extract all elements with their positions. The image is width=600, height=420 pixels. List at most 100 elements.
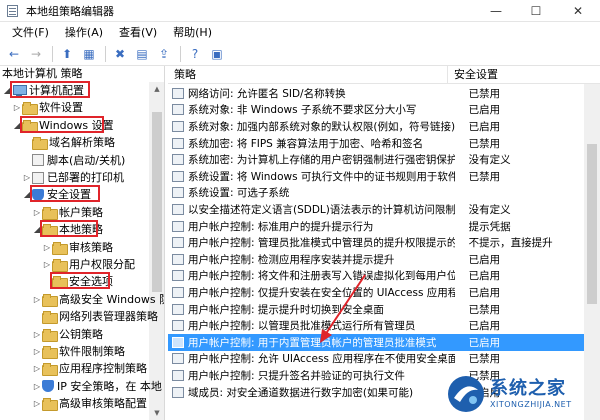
- scroll-down-icon[interactable]: ▼: [149, 406, 164, 420]
- column-header-policy[interactable]: 策略: [168, 66, 448, 84]
- expand-arrow-icon[interactable]: ▷: [32, 204, 42, 221]
- expand-arrow-icon[interactable]: ▷: [32, 291, 42, 308]
- folder-icon: [42, 398, 58, 412]
- tree-item[interactable]: ▷ 公钥策略: [32, 326, 103, 343]
- tree-item[interactable]: 脚本(启动/关机): [22, 152, 125, 169]
- folder-icon: [42, 311, 58, 325]
- expand-arrow-icon[interactable]: ▷: [32, 378, 42, 395]
- policy-row[interactable]: 用户帐户控制: 标准用户的提升提示行为 提示凭据: [168, 218, 584, 235]
- expand-arrow-icon[interactable]: ▷: [32, 360, 42, 377]
- scroll-up-icon[interactable]: ▲: [149, 82, 164, 96]
- export-list-icon[interactable]: ⇪: [154, 44, 174, 64]
- policy-name: 系统设置: 可选子系统: [188, 187, 290, 200]
- menu-action[interactable]: 操作(A): [57, 24, 111, 40]
- policy-row[interactable]: 系统对象: 非 Windows 子系统不要求区分大小写 已启用: [168, 102, 584, 119]
- tree-item[interactable]: ▷ 软件限制策略: [32, 343, 125, 360]
- policy-row[interactable]: 用户帐户控制: 以管理员批准模式运行所有管理员 已启用: [168, 317, 584, 334]
- policy-row[interactable]: 用户帐户控制: 用于内置管理员帐户的管理员批准模式 已启用: [168, 334, 584, 351]
- tree-root-label[interactable]: 本地计算机 策略: [0, 66, 164, 82]
- tree-item-label: 公钥策略: [59, 327, 103, 341]
- tree-item[interactable]: ▷ 已部署的打印机: [22, 169, 124, 186]
- tree-item[interactable]: ▷ 高级审核策略配置: [32, 395, 147, 412]
- folder-icon: [42, 206, 58, 220]
- tree-item-label: 已部署的打印机: [47, 171, 124, 184]
- tree-item-label: 软件设置: [39, 101, 83, 115]
- watermark-logo-icon: [448, 376, 484, 412]
- tree-item-label: 软件限制策略: [59, 345, 125, 358]
- policy-row[interactable]: 网络访问: 允许匿名 SID/名称转换 已禁用: [168, 85, 584, 102]
- policy-icon: [172, 336, 184, 348]
- policy-row[interactable]: 用户帐户控制: 检测应用程序安装并提示提升 已启用: [168, 251, 584, 268]
- folder-icon: [22, 102, 38, 116]
- folder-icon: [32, 137, 48, 151]
- policy-setting: 已禁用: [468, 353, 501, 366]
- policy-row[interactable]: 以安全描述符定义语言(SDDL)语法表示的计算机访问限制 没有定义: [168, 201, 584, 218]
- tree-item[interactable]: ▷ IP 安全策略，在 本地: [32, 378, 162, 395]
- policy-row[interactable]: 用户帐户控制: 允许 UIAccess 应用程序在不使用安全桌面... 已禁用: [168, 351, 584, 368]
- expand-arrow-icon[interactable]: ▷: [32, 395, 42, 412]
- menu-file[interactable]: 文件(F): [4, 24, 57, 40]
- minimize-button[interactable]: —: [476, 0, 516, 22]
- folder-icon: [42, 346, 58, 359]
- tree-item-label: 高级安全 Windows 防: [59, 292, 165, 306]
- policy-icon: [172, 386, 184, 398]
- expand-arrow-icon[interactable]: ▷: [32, 326, 42, 343]
- policy-name: 系统加密: 为计算机上存储的用户密钥强制进行强密钥保护: [188, 154, 455, 167]
- policy-row[interactable]: 系统加密: 将 FIPS 兼容算法用于加密、哈希和签名 已禁用: [168, 135, 584, 152]
- expand-arrow-icon[interactable]: ▷: [42, 256, 52, 273]
- up-folder-icon[interactable]: ⬆: [57, 44, 77, 64]
- tree-item[interactable]: ▷ 高级安全 Windows 防: [32, 291, 165, 308]
- policy-row[interactable]: 用户帐户控制: 将文件和注册表写入错误虚拟化到每用户位置 已启用: [168, 268, 584, 285]
- tree-scroll-thumb[interactable]: [152, 112, 162, 292]
- column-header-setting[interactable]: 安全设置: [448, 66, 578, 84]
- policy-setting: 没有定义: [468, 154, 511, 167]
- policy-setting: 已禁用: [468, 170, 501, 183]
- policy-setting: 已启用: [468, 320, 501, 333]
- policy-row[interactable]: 系统对象: 加强内部系统对象的默认权限(例如，符号链接) 已启用: [168, 118, 584, 135]
- watermark-url: XITONGZHIJIA.NET: [490, 400, 572, 409]
- menu-view[interactable]: 查看(V): [111, 24, 165, 40]
- expand-arrow-icon[interactable]: ▷: [12, 99, 22, 116]
- policy-name: 用户帐户控制: 以管理员批准模式运行所有管理员: [188, 320, 416, 333]
- maximize-button[interactable]: ☐: [516, 0, 556, 22]
- delete-icon[interactable]: ✖: [110, 44, 130, 64]
- tree-item[interactable]: ▷ 审核策略: [42, 239, 113, 256]
- tree-item[interactable]: 域名解析策略: [22, 134, 115, 151]
- action-pane-icon[interactable]: ▣: [207, 44, 227, 64]
- policy-setting: 不提示，直接提升: [468, 237, 553, 250]
- policy-row[interactable]: 系统设置: 可选子系统: [168, 185, 584, 202]
- help-icon[interactable]: ?: [185, 44, 205, 64]
- policy-name: 以安全描述符定义语言(SDDL)语法表示的计算机访问限制: [188, 203, 455, 216]
- policy-icon: [172, 137, 184, 149]
- title-bar: 本地组策略编辑器 — ☐ ✕: [0, 0, 600, 22]
- tree-item[interactable]: ▷ 应用程序控制策略: [32, 360, 147, 377]
- back-arrow-icon[interactable]: ←: [4, 44, 24, 64]
- policy-setting: 已禁用: [468, 137, 501, 150]
- properties-icon[interactable]: ▤: [132, 44, 152, 64]
- menu-help[interactable]: 帮助(H): [165, 24, 220, 40]
- forward-arrow-icon[interactable]: →: [26, 44, 46, 64]
- tree-item-label: 审核策略: [69, 240, 113, 254]
- policy-list: 策略 安全设置 网络访问: 允许匿名 SID/名称转换 已禁用 系统对象: 非 Wi…: [168, 66, 600, 420]
- tree-item[interactable]: ▷ 用户权限分配: [42, 256, 135, 273]
- tree-item[interactable]: 网络列表管理器策略: [32, 308, 158, 325]
- policy-icon: [172, 170, 184, 182]
- policy-icon: [172, 120, 184, 132]
- expand-arrow-icon[interactable]: ▷: [42, 239, 52, 256]
- toolbar-separator: [52, 45, 53, 62]
- close-button[interactable]: ✕: [556, 0, 600, 22]
- red-highlight-box: [10, 81, 90, 98]
- policy-row[interactable]: 系统加密: 为计算机上存储的用户密钥强制进行强密钥保护 没有定义: [168, 151, 584, 168]
- tree-item[interactable]: ▷ 软件设置: [12, 99, 83, 116]
- policy-row[interactable]: 系统设置: 将 Windows 可执行文件中的证书规则用于软件... 已禁用: [168, 168, 584, 185]
- tree-item[interactable]: ▷ 帐户策略: [32, 204, 103, 221]
- policy-row[interactable]: 用户帐户控制: 管理员批准模式中管理员的提升权限提示的... 不提示，直接提升: [168, 234, 584, 251]
- policy-row[interactable]: 用户帐户控制: 提示提升时切换到安全桌面 已禁用: [168, 301, 584, 318]
- expand-arrow-icon[interactable]: ▷: [32, 343, 42, 360]
- list-scroll-thumb[interactable]: [587, 144, 597, 304]
- show-hide-tree-icon[interactable]: ▦: [79, 44, 99, 64]
- expand-arrow-icon[interactable]: ▷: [22, 169, 32, 186]
- tree-scrollbar[interactable]: ▲ ▼: [149, 82, 164, 420]
- policy-icon: [172, 203, 184, 215]
- policy-row[interactable]: 用户帐户控制: 仅提升安装在安全位置的 UIAccess 应用程序 已启用: [168, 284, 584, 301]
